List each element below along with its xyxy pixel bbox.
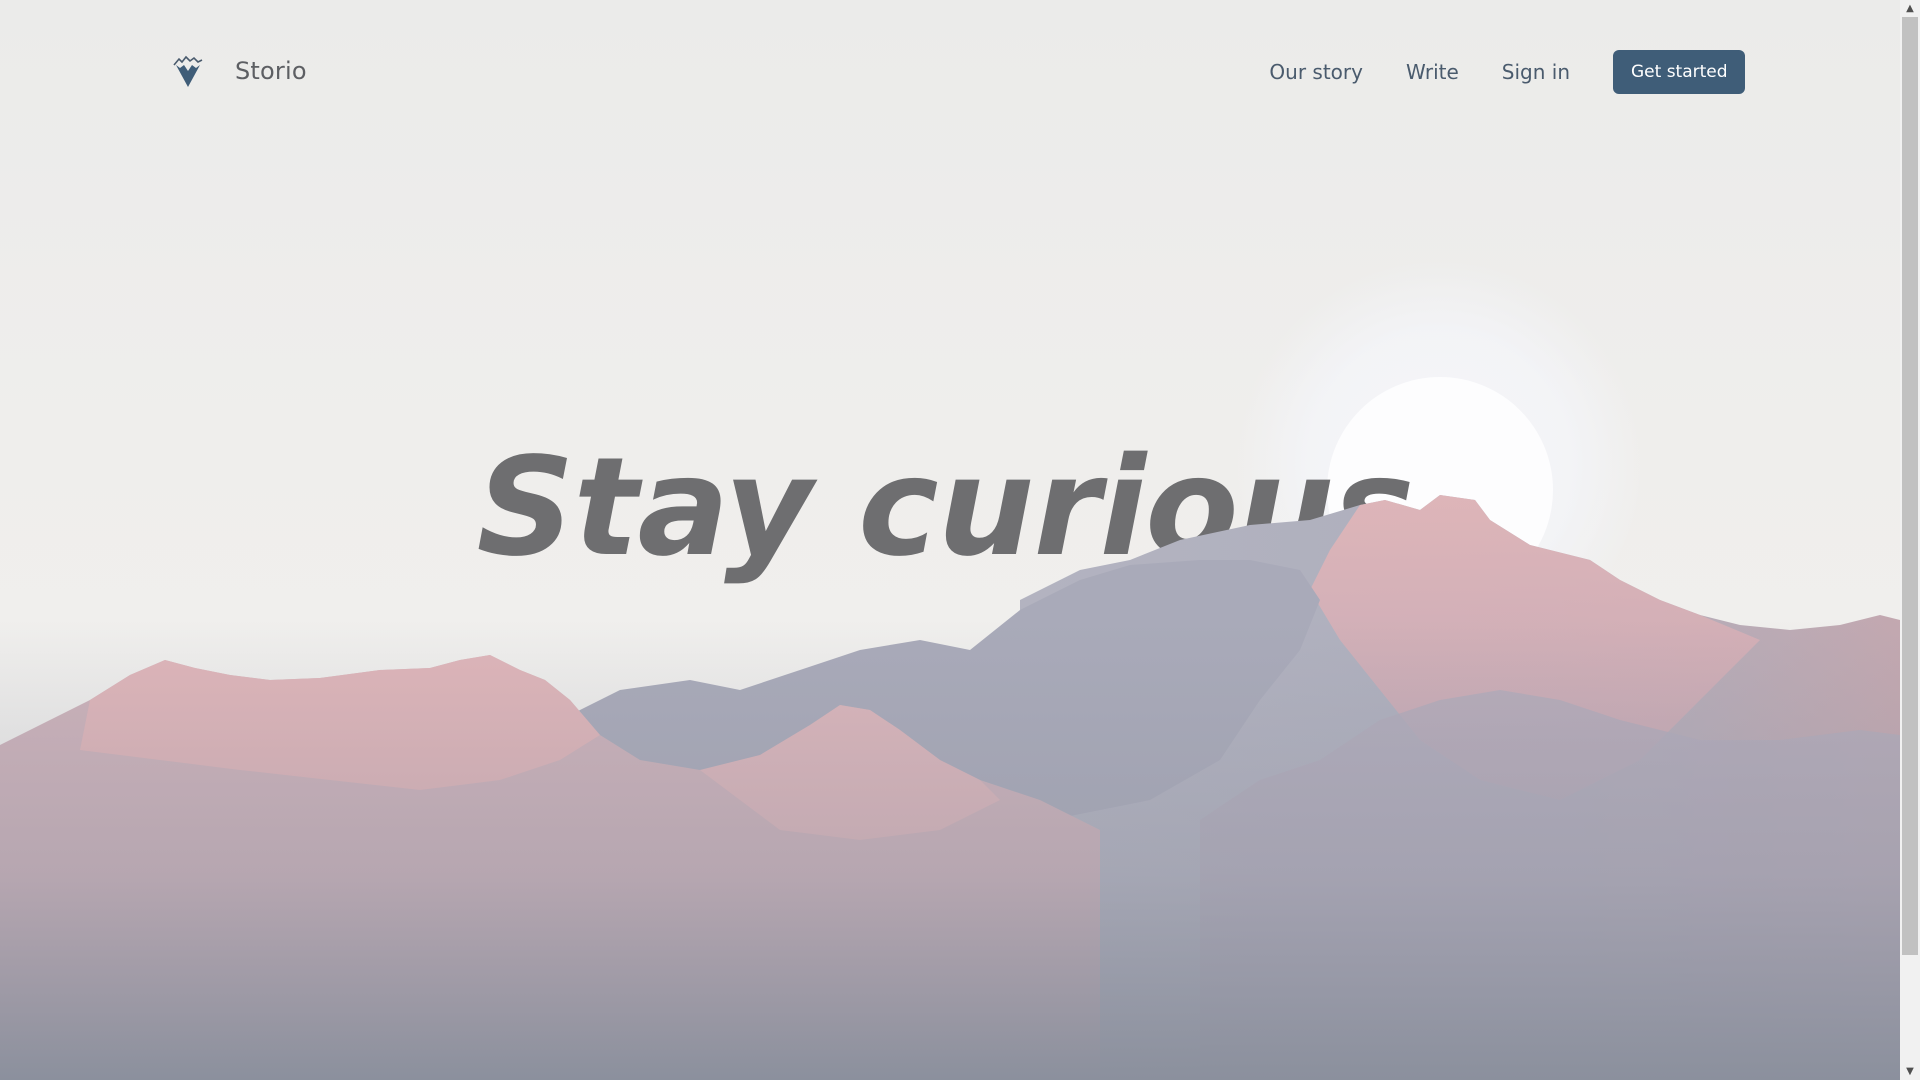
- nav-write[interactable]: Write: [1406, 60, 1459, 84]
- brand-name: Storio: [235, 57, 307, 85]
- mountain-left-range: [0, 655, 1100, 1080]
- nav-our-story[interactable]: Our story: [1269, 60, 1363, 84]
- scroll-down-arrow-icon[interactable]: ▼: [1900, 1063, 1920, 1080]
- scroll-up-arrow-icon[interactable]: ▲: [1900, 0, 1920, 17]
- nav-sign-in[interactable]: Sign in: [1502, 60, 1570, 84]
- mountain-right-foreground: [1200, 690, 1900, 1080]
- mountain-middle-range: [560, 560, 1320, 830]
- hero-title: Stay curious: [476, 429, 1415, 587]
- get-started-button[interactable]: Get started: [1613, 50, 1745, 94]
- mountain-heart-icon: [170, 53, 206, 89]
- mountain-left-highlight: [80, 655, 600, 790]
- page-viewport: Stay curious Storio Our story Write Sign…: [0, 0, 1900, 1080]
- scrollbar-thumb[interactable]: [1902, 17, 1918, 955]
- vertical-scrollbar[interactable]: ▲ ▼: [1900, 0, 1920, 1080]
- brand-logo[interactable]: Storio: [170, 53, 307, 89]
- main-nav: Our story Write Sign in Get started: [1269, 50, 1745, 94]
- site-header: Storio Our story Write Sign in Get start…: [0, 0, 1900, 145]
- mountain-center-highlight: [700, 705, 1000, 840]
